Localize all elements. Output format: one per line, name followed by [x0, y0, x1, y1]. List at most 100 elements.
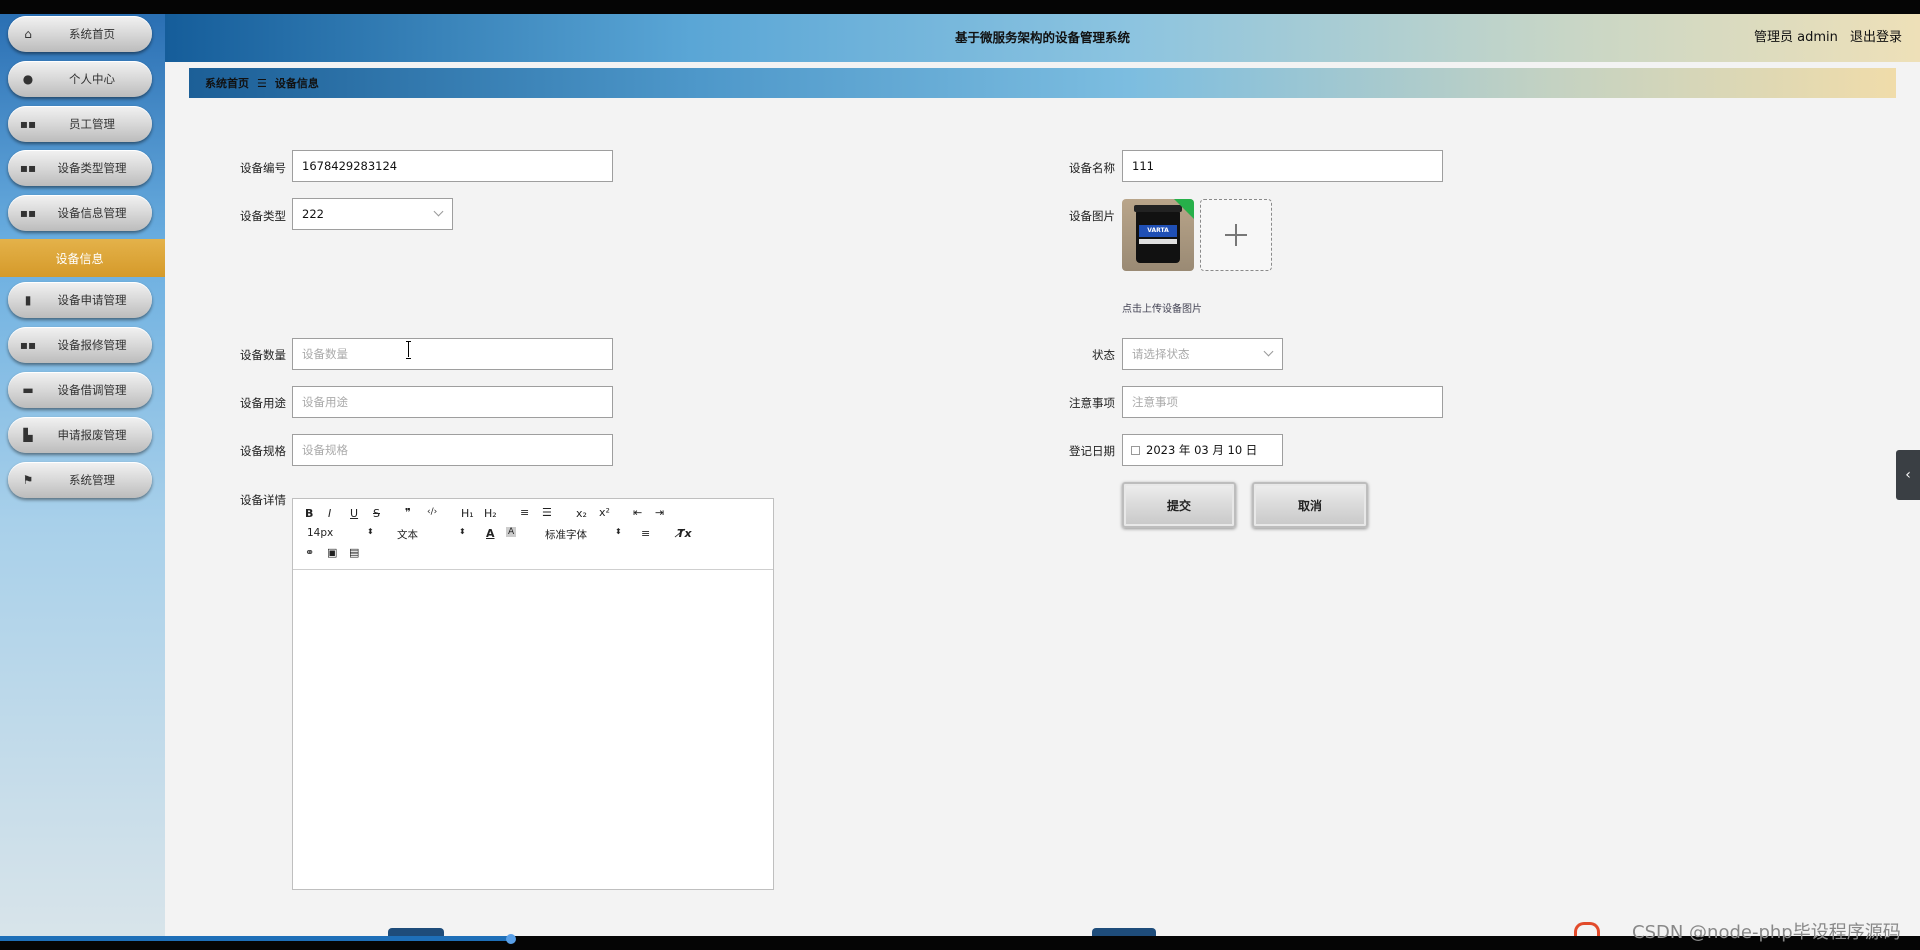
subscript-button[interactable]: x₂: [576, 507, 587, 520]
device-no-label: 设备编号: [240, 161, 286, 175]
grid-icon: ▪▪: [19, 161, 37, 175]
user-icon: ●: [22, 72, 34, 86]
grid-icon: ▪▪: [19, 206, 37, 220]
video-button[interactable]: ▤: [349, 546, 359, 559]
quote-button[interactable]: ❞: [405, 506, 411, 519]
grid-icon: ▪▪: [19, 338, 37, 352]
brand-label: VARTA: [1139, 225, 1177, 237]
editor-content-area[interactable]: [293, 571, 773, 889]
sidebar-item-home[interactable]: ⌂ 系统首页: [8, 16, 152, 52]
window-top-bar: [0, 0, 1920, 14]
device-no-field[interactable]: 1678429283124: [292, 150, 613, 182]
indent-button[interactable]: ⇥: [655, 506, 664, 519]
register-date-picker[interactable]: 2023 年 03 月 10 日: [1122, 434, 1283, 466]
font-family-select[interactable]: 标准字体 ⬍: [545, 527, 622, 542]
plus-icon: [1225, 224, 1247, 246]
sidebar-item-system[interactable]: ⚑ 系统管理: [8, 462, 152, 498]
breadcrumb-separator: ☰: [257, 76, 267, 90]
font-family-value: 标准字体: [545, 529, 587, 541]
sidebar-item-device-info[interactable]: ▪▪ 设备信息管理: [8, 195, 152, 231]
sidebar-item-device-types[interactable]: ▪▪ 设备类型管理: [8, 150, 152, 186]
strike-button[interactable]: S: [373, 507, 380, 520]
sidebar-item-scrap-applications[interactable]: ▙ 申请报废管理: [8, 417, 152, 453]
details-label: 设备详情: [240, 493, 286, 507]
sidebar-item-label: 设备类型管理: [57, 161, 127, 175]
text-style-select[interactable]: 文本 ⬍: [397, 527, 466, 542]
home-icon: ⌂: [24, 27, 32, 41]
sidebar-item-label: 设备信息管理: [57, 206, 127, 220]
image-button[interactable]: ▣: [327, 546, 337, 559]
sidebar-item-employees[interactable]: ▪▪ 员工管理: [8, 106, 152, 142]
usage-field[interactable]: 设备用途: [292, 386, 613, 418]
grid-icon: ▪▪: [19, 117, 37, 131]
sidebar-submenu-device-info[interactable]: 设备信息: [0, 239, 165, 277]
truck-icon: ▙: [23, 428, 33, 442]
text-cursor-icon: [406, 341, 412, 359]
user-label: 管理员 admin: [1753, 30, 1838, 45]
spec-label: 设备规格: [240, 444, 286, 458]
logout-link[interactable]: 退出登录: [1850, 30, 1902, 45]
video-progress-bar[interactable]: [0, 936, 512, 941]
text-style-value: 文本: [397, 529, 418, 541]
submit-button[interactable]: 提交: [1122, 482, 1236, 528]
sidebar-item-device-applications[interactable]: ▮ 设备申请管理: [8, 282, 152, 318]
sidebar: ⌂ 系统首页 ● 个人中心 ▪▪ 员工管理 ▪▪ 设备类型管理 ▪▪ 设备信息管…: [0, 14, 165, 936]
device-image-thumbnail[interactable]: VARTA: [1122, 199, 1194, 271]
device-type-select[interactable]: 222: [292, 198, 453, 230]
editor-toolbar: B I U S ❞ ‹/› H₁ H₂ ≡ ☰ x₂ x² ⇤ ⇥ 14px ⬍…: [293, 499, 773, 570]
clipboard-icon: ▮: [24, 293, 32, 307]
quantity-field[interactable]: 设备数量: [292, 338, 613, 370]
usage-label: 设备用途: [240, 396, 286, 410]
align-button[interactable]: ≡: [641, 527, 650, 540]
status-select[interactable]: 请选择状态: [1122, 338, 1283, 370]
rich-text-editor: B I U S ❞ ‹/› H₁ H₂ ≡ ☰ x₂ x² ⇤ ⇥ 14px ⬍…: [292, 498, 774, 890]
device-type-value: 222: [302, 207, 324, 221]
register-date-label: 登记日期: [1069, 444, 1115, 458]
sidebar-item-device-loans[interactable]: ▬ 设备借调管理: [8, 372, 152, 408]
bold-button[interactable]: B: [305, 507, 313, 520]
font-size-value: 14px: [307, 527, 334, 539]
sidebar-item-profile[interactable]: ● 个人中心: [8, 61, 152, 97]
register-date-value: 2023 年 03 月 10 日: [1146, 443, 1258, 457]
chevron-left-icon: ‹: [1905, 467, 1911, 483]
link-button[interactable]: ⚭: [305, 546, 314, 559]
progress-handle[interactable]: [506, 934, 516, 944]
app-title: 基于微服务架构的设备管理系统: [954, 30, 1130, 45]
device-name-field[interactable]: 111: [1122, 150, 1443, 182]
sidebar-item-label: 申请报废管理: [57, 428, 127, 442]
select-caret-icon: ⬍: [615, 527, 622, 536]
watermark: CSDN @node-php毕设程序源码: [1632, 922, 1901, 943]
superscript-button[interactable]: x²: [599, 506, 610, 519]
spec-field[interactable]: 设备规格: [292, 434, 613, 466]
sidebar-item-label: 系统管理: [69, 473, 115, 487]
code-button[interactable]: ‹/›: [427, 507, 437, 517]
device-name-label: 设备名称: [1069, 161, 1115, 175]
font-size-select[interactable]: 14px ⬍: [307, 527, 374, 539]
breadcrumb-home[interactable]: 系统首页: [205, 75, 249, 91]
calendar-icon: [1131, 445, 1140, 455]
sidebar-item-device-repairs[interactable]: ▪▪ 设备报修管理: [8, 327, 152, 363]
status-placeholder: 请选择状态: [1132, 347, 1190, 361]
sidebar-item-label: 设备借调管理: [57, 383, 127, 397]
italic-button[interactable]: I: [328, 507, 331, 520]
device-type-label: 设备类型: [240, 209, 286, 223]
upload-image-button[interactable]: [1200, 199, 1272, 271]
underline-button[interactable]: U: [350, 507, 358, 520]
h1-button[interactable]: H₁: [461, 507, 474, 520]
cancel-button[interactable]: 取消: [1252, 482, 1368, 528]
clear-format-button[interactable]: T̸x: [677, 527, 692, 540]
status-label: 状态: [1092, 348, 1115, 362]
bullet-list-button[interactable]: ☰: [542, 506, 552, 519]
breadcrumb: 系统首页 ☰ 设备信息: [189, 68, 1896, 98]
font-color-button[interactable]: A: [486, 527, 495, 540]
notes-field[interactable]: 注意事项: [1122, 386, 1443, 418]
collapse-panel-toggle[interactable]: ‹: [1896, 450, 1920, 500]
flag-icon: ⚑: [22, 473, 34, 487]
device-image-label: 设备图片: [1069, 209, 1115, 223]
outdent-button[interactable]: ⇤: [633, 506, 642, 519]
quantity-label: 设备数量: [240, 348, 286, 362]
ordered-list-button[interactable]: ≡: [520, 506, 529, 519]
h2-button[interactable]: H₂: [484, 507, 497, 520]
sidebar-item-label: 系统首页: [69, 27, 115, 41]
bg-color-button[interactable]: A: [506, 527, 517, 537]
